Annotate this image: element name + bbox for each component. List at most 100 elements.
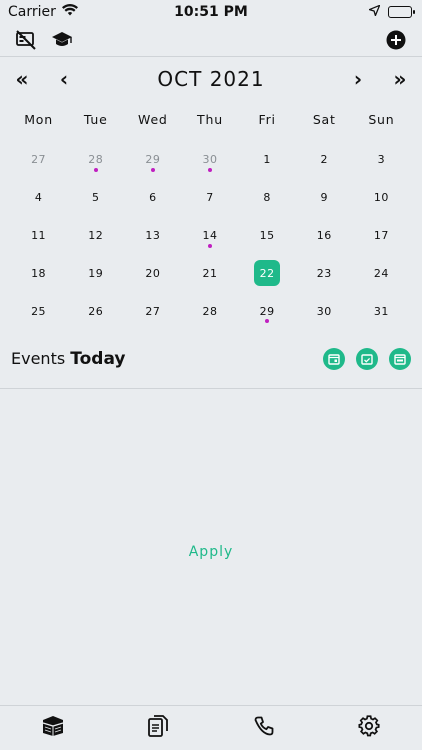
calendar-day[interactable]: 31 [353, 292, 410, 330]
calendar-day-number: 1 [263, 153, 271, 167]
weekday-header: Mon Tue Wed Thu Fri Sat Sun [10, 112, 410, 132]
calendar-day-number: 24 [373, 266, 389, 280]
calendar-day[interactable]: 21 [181, 254, 238, 292]
calendar-day-number: 21 [202, 266, 218, 280]
top-divider [0, 56, 422, 57]
weekday-label: Mon [24, 112, 53, 127]
calendar-day[interactable]: 27 [124, 292, 181, 330]
tab-kaaba[interactable] [0, 706, 106, 750]
calendar-day[interactable]: 1 [239, 141, 296, 179]
calendar-day[interactable]: 18 [10, 254, 67, 292]
calendar-day[interactable]: 8 [239, 179, 296, 217]
calendar-day-number: 29 [145, 153, 161, 167]
events-title: Events Today [11, 349, 125, 369]
events-row: Events Today [0, 344, 422, 374]
battery-icon [388, 6, 415, 18]
calendar-day[interactable]: 10 [353, 179, 410, 217]
weekday-label: Fri [258, 112, 276, 127]
calendar-day-number: 7 [206, 191, 214, 205]
calendar-day[interactable]: 19 [67, 254, 124, 292]
calendar-day[interactable]: 11 [10, 217, 67, 255]
calendar-day-number: 30 [202, 153, 218, 167]
events-divider [0, 388, 422, 389]
tab-phone[interactable] [211, 706, 317, 750]
calendar-day[interactable]: 29 [239, 292, 296, 330]
calendar-day[interactable]: 15 [239, 217, 296, 255]
calendar-day-number: 9 [320, 191, 329, 205]
calendar-day[interactable]: 27 [10, 141, 67, 179]
calendar-day-number: 30 [316, 304, 332, 318]
prev-month-button[interactable]: ‹ [54, 69, 74, 89]
tab-settings[interactable] [317, 706, 422, 750]
calendar-day-number: 19 [88, 266, 104, 280]
calendar-day-number: 12 [88, 228, 104, 242]
calendar-day-number: 5 [91, 191, 100, 205]
document-icon [148, 715, 169, 741]
calendar-day-number: 28 [202, 304, 218, 318]
calendar-day[interactable]: 14 [181, 217, 238, 255]
calendar-day[interactable]: 30 [181, 141, 238, 179]
calendar-day[interactable]: 16 [296, 217, 353, 255]
calendar-day[interactable]: 30 [296, 292, 353, 330]
calendar-day[interactable]: 29 [124, 141, 181, 179]
tab-documents[interactable] [106, 706, 212, 750]
status-bar: Carrier 10:51 PM [0, 0, 422, 24]
calendar-day[interactable]: 23 [296, 254, 353, 292]
calendar-day[interactable]: 7 [181, 179, 238, 217]
calendar-check-icon[interactable] [356, 348, 378, 370]
calendar-header: « ‹ OCT 2021 › » [0, 60, 422, 98]
calendar-day-number: 26 [88, 304, 104, 318]
calendar-day-number: 3 [377, 153, 386, 167]
calendar-day[interactable]: 28 [67, 141, 124, 179]
crossed-card-icon[interactable] [14, 28, 38, 52]
calendar-day[interactable]: 2 [296, 141, 353, 179]
calendar-day-number: 28 [88, 153, 104, 167]
calendar-day-number: 27 [145, 304, 161, 318]
weekday-label: Sun [368, 112, 395, 127]
calendar-day-number: 18 [31, 266, 47, 280]
next-month-button[interactable]: › [348, 69, 368, 89]
calendar-day-number: 6 [149, 191, 157, 205]
calendar-day[interactable]: 3 [353, 141, 410, 179]
weekday-label: Thu [197, 112, 223, 127]
graduation-cap-icon[interactable] [50, 28, 74, 52]
event-dot [207, 168, 212, 172]
next-year-button[interactable]: » [390, 69, 410, 89]
calendar-day[interactable]: 6 [124, 179, 181, 217]
calendar-day[interactable]: 26 [67, 292, 124, 330]
calendar-day[interactable]: 9 [296, 179, 353, 217]
calendar-day-number: 13 [145, 228, 161, 242]
gear-icon [358, 715, 380, 741]
prev-year-button[interactable]: « [12, 69, 32, 89]
phone-icon [254, 716, 274, 740]
calendar-day-number: 31 [373, 304, 389, 318]
calendar-day-selected[interactable]: 22 [239, 254, 296, 292]
calendar-day[interactable]: 20 [124, 254, 181, 292]
calendar-day[interactable]: 13 [124, 217, 181, 255]
calendar-day-number: 25 [31, 304, 47, 318]
calendar-day-number: 16 [316, 228, 332, 242]
events-today-label: Today [70, 349, 126, 369]
wifi-icon [61, 4, 78, 20]
event-dot [265, 319, 270, 324]
calendar-day[interactable]: 25 [10, 292, 67, 330]
kaaba-icon [41, 715, 65, 741]
calendar-day-number: 27 [31, 153, 47, 167]
calendar-day-number: 8 [263, 191, 271, 205]
event-dot [93, 168, 98, 172]
calendar-day-number: 15 [259, 228, 275, 242]
add-circle-icon[interactable] [384, 28, 408, 52]
calendar-today-icon[interactable] [323, 348, 345, 370]
weekday-label: Tue [83, 112, 108, 127]
calendar-day[interactable]: 17 [353, 217, 410, 255]
calendar-day[interactable]: 5 [67, 179, 124, 217]
calendar-range-icon[interactable] [389, 348, 411, 370]
top-toolbar [0, 24, 422, 56]
calendar-day-number: 29 [259, 304, 275, 318]
calendar-day[interactable]: 28 [181, 292, 238, 330]
calendar-day[interactable]: 24 [353, 254, 410, 292]
calendar-day[interactable]: 4 [10, 179, 67, 217]
events-label: Events [11, 349, 66, 368]
apply-button[interactable]: Apply [0, 544, 422, 560]
calendar-day[interactable]: 12 [67, 217, 124, 255]
